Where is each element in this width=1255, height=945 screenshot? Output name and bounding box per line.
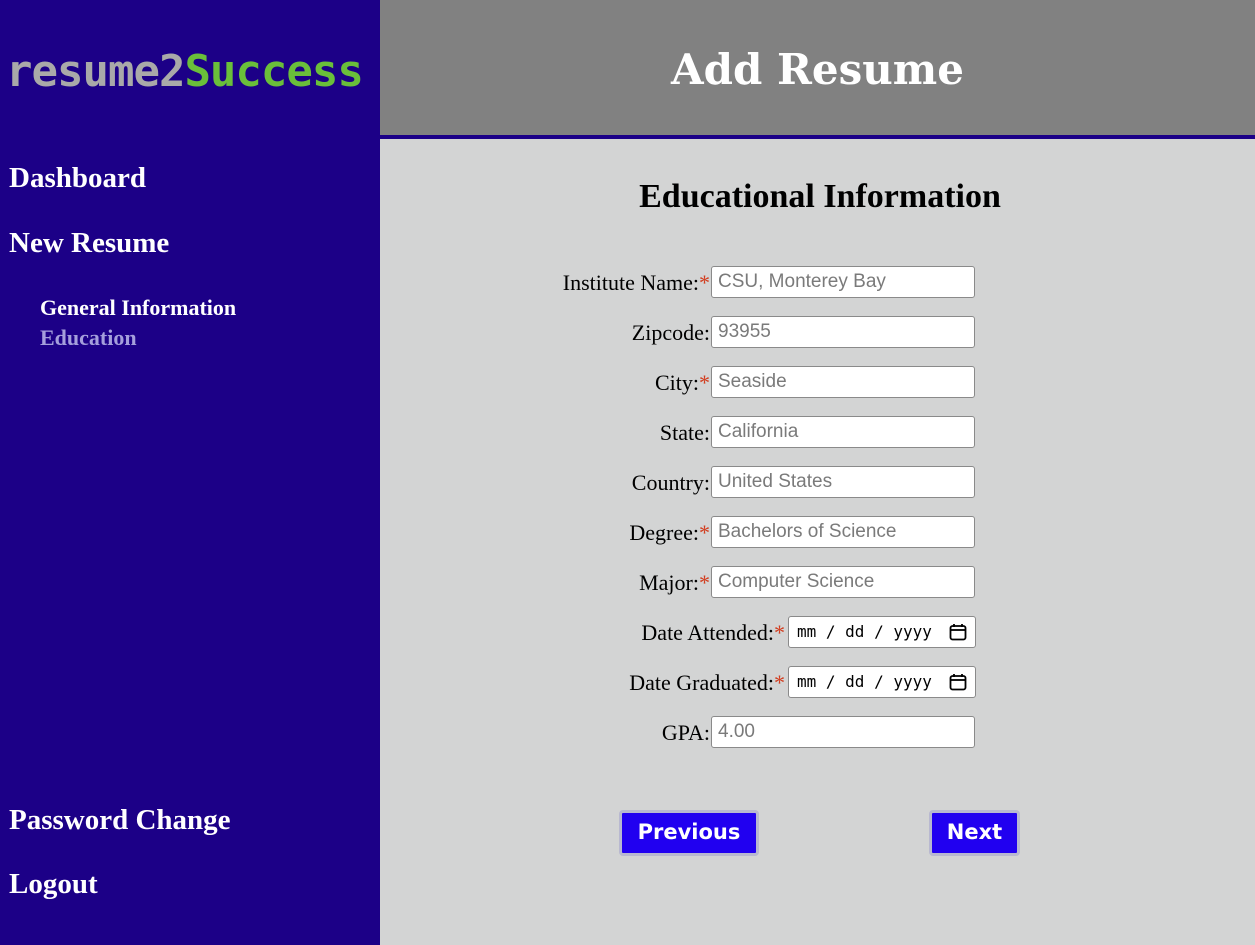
state-label: State: [660, 419, 710, 447]
required-marker: * [699, 520, 710, 545]
institute-name-placeholder: CSU, Monterey Bay [718, 271, 886, 292]
date-attended-label-text: Date Attended: [641, 620, 774, 645]
gpa-label-text: GPA: [661, 720, 710, 745]
state-label-text: State: [659, 420, 710, 445]
section-title: Educational Information [639, 178, 1001, 215]
date-attended-placeholder: mm / dd / yyyy [797, 622, 932, 641]
sidebar: resume2Success Dashboard New Resume Gene… [0, 0, 380, 945]
city-placeholder: Seaside [718, 371, 787, 392]
nav-general-information[interactable]: General Information [40, 295, 236, 321]
degree-input[interactable]: Bachelors of Science [711, 516, 975, 548]
header: Add Resume [380, 0, 1255, 139]
required-marker: * [699, 370, 710, 395]
nav-new-resume[interactable]: New Resume [9, 226, 169, 260]
nav-password-change[interactable]: Password Change [9, 803, 231, 837]
city-label-text: City: [654, 370, 699, 395]
city-label: City:* [655, 369, 710, 397]
gpa-label: GPA: [662, 719, 710, 747]
nav-education[interactable]: Education [40, 325, 137, 351]
country-placeholder: United States [718, 471, 833, 492]
zipcode-label: Zipcode: [632, 319, 710, 347]
date-attended-label: Date Attended:* [641, 619, 785, 647]
city-input[interactable]: Seaside [711, 366, 975, 398]
country-label: Country: [632, 469, 710, 497]
calendar-icon[interactable] [949, 673, 967, 691]
state-placeholder: California [718, 421, 799, 442]
major-input[interactable]: Computer Science [711, 566, 975, 598]
required-marker: * [774, 620, 785, 645]
degree-placeholder: Bachelors of Science [718, 521, 897, 542]
nav-dashboard[interactable]: Dashboard [9, 161, 146, 195]
date-graduated-placeholder: mm / dd / yyyy [797, 672, 932, 691]
degree-label-text: Degree: [629, 520, 699, 545]
country-label-text: Country: [631, 470, 710, 495]
zipcode-placeholder: 93955 [718, 321, 771, 342]
required-marker: * [699, 270, 710, 295]
logo[interactable]: resume2Success [6, 46, 364, 98]
major-label: Major:* [639, 569, 710, 597]
nav-logout[interactable]: Logout [9, 867, 98, 901]
date-graduated-label: Date Graduated:* [629, 669, 785, 697]
date-graduated-label-text: Date Graduated: [629, 670, 774, 695]
institute-name-label: Institute Name:* [563, 269, 710, 297]
zipcode-input[interactable]: 93955 [711, 316, 975, 348]
institute-name-input[interactable]: CSU, Monterey Bay [711, 266, 975, 298]
degree-label: Degree:* [629, 519, 710, 547]
institute-name-label-text: Institute Name: [562, 270, 699, 295]
country-input[interactable]: United States [711, 466, 975, 498]
date-attended-input[interactable]: mm / dd / yyyy [788, 616, 976, 648]
logo-text-part2: Success [184, 46, 363, 97]
date-graduated-input[interactable]: mm / dd / yyyy [788, 666, 976, 698]
required-marker: * [699, 570, 710, 595]
state-input[interactable]: California [711, 416, 975, 448]
previous-button[interactable]: Previous [619, 810, 759, 856]
required-marker: * [774, 670, 785, 695]
logo-text-part1: resume2 [6, 46, 185, 97]
major-placeholder: Computer Science [718, 571, 875, 592]
app-root: resume2Success Dashboard New Resume Gene… [0, 0, 1255, 945]
zipcode-label-text: Zipcode: [631, 320, 710, 345]
gpa-input[interactable]: 4.00 [711, 716, 975, 748]
page-title: Add Resume [671, 45, 964, 94]
major-label-text: Major: [639, 570, 699, 595]
calendar-icon[interactable] [949, 623, 967, 641]
gpa-placeholder: 4.00 [718, 721, 755, 742]
next-button[interactable]: Next [929, 810, 1020, 856]
